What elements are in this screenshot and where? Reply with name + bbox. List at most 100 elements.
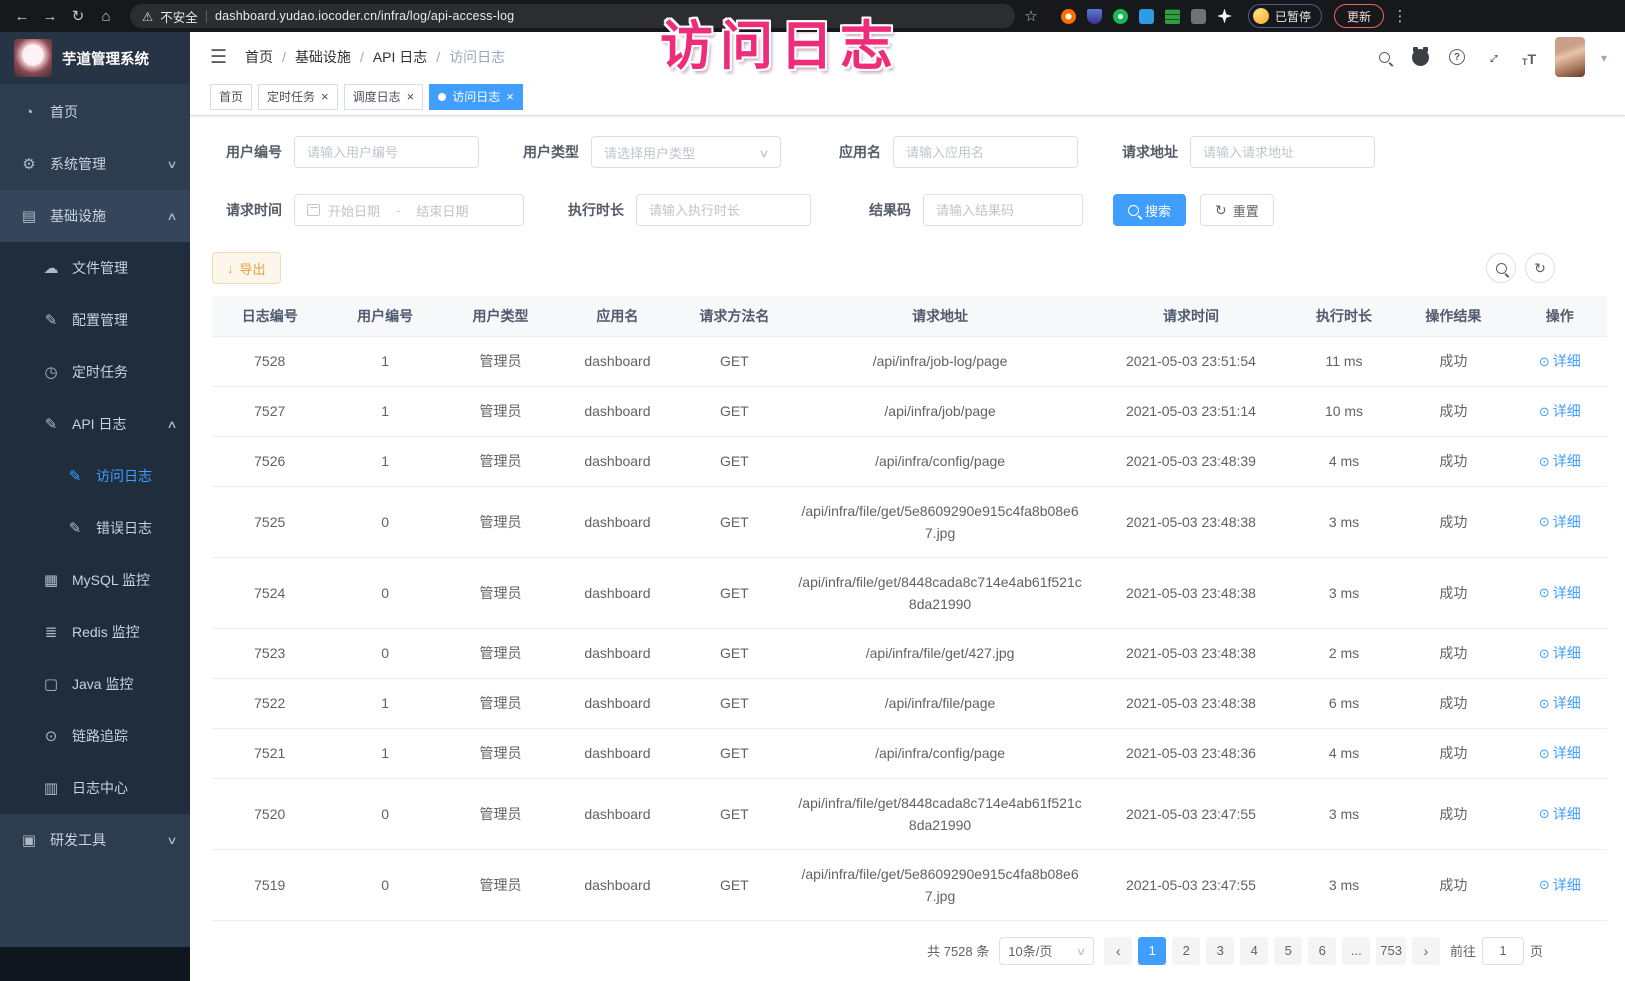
sidebar-item-tracer[interactable]: ⊙链路追踪 [0,710,190,762]
detail-link[interactable]: 详细 [1539,642,1581,665]
page-size-select[interactable]: 10条/页 [999,937,1094,965]
hamburger-icon[interactable] [210,46,227,69]
detail-link[interactable]: 详细 [1539,581,1581,604]
user-avatar[interactable] [1555,37,1585,77]
extension-icon[interactable] [1165,9,1180,24]
help-icon[interactable] [1447,47,1467,67]
browser-reload-button[interactable] [66,4,90,28]
sidebar-item-label: 系统管理 [50,154,156,174]
reset-button[interactable]: 重置 [1200,194,1274,226]
tab-访问日志[interactable]: 访问日志 [429,84,523,110]
search-button[interactable]: 搜索 [1113,194,1186,226]
extension-icon[interactable] [1087,9,1102,24]
logo-image [14,39,52,77]
sidebar-item-infra[interactable]: ▤基础设施∧ [0,190,190,242]
cell-app-name: dashboard [558,336,676,386]
field-label: 用户编号 [212,142,282,162]
result-code-input[interactable] [923,194,1083,226]
sidebar-item-error-log[interactable]: ✎错误日志 [0,502,190,554]
sidebar-item-system[interactable]: ⚙系统管理∨ [0,138,190,190]
address-bar[interactable]: 不安全 | dashboard.yudao.iocoder.cn/infra/l… [130,4,1015,28]
browser-back-button[interactable] [10,4,34,28]
sidebar-item-job[interactable]: ◷定时任务 [0,346,190,398]
app-logo[interactable]: 芋道管理系统 [0,32,190,84]
breadcrumb-item[interactable]: API 日志 [373,47,427,67]
cell-duration: 4 ms [1294,436,1394,486]
detail-link[interactable]: 详细 [1539,692,1581,715]
sidebar-item-redis[interactable]: ≣Redis 监控 [0,606,190,658]
cell-app-name: dashboard [558,386,676,436]
detail-link[interactable]: 详细 [1539,873,1581,896]
close-icon[interactable] [321,89,329,104]
request-url-input[interactable] [1190,136,1375,168]
sidebar-item-home[interactable]: ◔首页 [0,86,190,138]
app-name-input[interactable] [893,136,1078,168]
sidebar-item-access-log[interactable]: ✎访问日志 [0,450,190,502]
user-type-select[interactable]: 请选择用户类型 [591,136,781,168]
breadcrumb-item[interactable]: 基础设施 [295,47,351,67]
goto-page-input[interactable] [1482,937,1524,965]
sidebar-item-log-center[interactable]: ▥日志中心 [0,762,190,814]
extension-icon[interactable] [1113,9,1128,24]
user-id-input[interactable] [294,136,479,168]
sidebar-item-api-log[interactable]: ✎API 日志∧ [0,398,190,450]
cell-log-id: 7526 [212,436,327,486]
breadcrumb: 首页/基础设施/API 日志/访问日志 [245,47,505,67]
page-button[interactable]: 4 [1240,937,1268,965]
cell-request-url: /api/infra/file/get/5e8609290e915c4fa8b0… [792,486,1088,557]
duration-input[interactable] [636,194,811,226]
close-icon[interactable] [407,89,415,104]
browser-update-button[interactable]: 更新 [1334,4,1384,28]
detail-link[interactable]: 详细 [1539,400,1581,423]
detail-link[interactable]: 详细 [1539,802,1581,825]
extension-icon[interactable] [1139,9,1154,24]
page-button[interactable]: 6 [1308,937,1336,965]
next-page-button[interactable]: › [1412,937,1440,965]
close-icon[interactable] [506,89,514,104]
fullscreen-icon[interactable] [1483,47,1503,67]
detail-link[interactable]: 详细 [1539,742,1581,765]
chevron-down-icon[interactable] [1601,49,1607,65]
date-range-picker[interactable]: 开始日期 - 结束日期 [294,194,524,226]
filter-app-name: 应用名 [811,136,1078,168]
browser-menu-button[interactable] [1388,4,1412,28]
page-button[interactable]: 5 [1274,937,1302,965]
tab-label: 首页 [219,88,243,105]
detail-link[interactable]: 详细 [1539,350,1581,373]
export-button[interactable]: 导出 [212,252,281,284]
extension-icon[interactable] [1191,9,1206,24]
field-label: 请求地址 [1108,142,1178,162]
extension-icon[interactable] [1061,9,1076,24]
prev-page-button[interactable]: ‹ [1104,937,1132,965]
page-button[interactable]: 1 [1138,937,1166,965]
cell-request-url: /api/infra/config/page [792,728,1088,778]
page-button[interactable]: 3 [1206,937,1234,965]
refresh-table-button[interactable] [1525,253,1555,283]
toggle-search-button[interactable] [1486,253,1516,283]
search-icon[interactable] [1375,47,1395,67]
page-button[interactable]: 2 [1172,937,1200,965]
detail-link[interactable]: 详细 [1539,450,1581,473]
bookmark-star-icon[interactable] [1019,4,1043,28]
page-button[interactable]: 753 [1376,937,1406,965]
font-size-icon[interactable] [1519,47,1539,67]
tab-调度日志[interactable]: 调度日志 [344,84,424,110]
tab-首页[interactable]: 首页 [210,84,252,110]
tab-label: 调度日志 [353,88,401,105]
profile-paused-badge[interactable]: 已暂停 [1248,4,1322,28]
sidebar-item-dev-tools[interactable]: ▣研发工具∨ [0,814,190,866]
sidebar-item-file[interactable]: ☁文件管理 [0,242,190,294]
sidebar-item-java[interactable]: ▢Java 监控 [0,658,190,710]
tab-定时任务[interactable]: 定时任务 [258,84,338,110]
extension-icon[interactable] [1217,9,1232,24]
browser-home-button[interactable] [94,4,118,28]
sidebar-item-config[interactable]: ✎配置管理 [0,294,190,346]
chevron-down-icon [1077,943,1085,958]
column-header: 请求时间 [1088,296,1294,336]
detail-link[interactable]: 详细 [1539,510,1581,533]
browser-forward-button[interactable] [38,4,62,28]
breadcrumb-item[interactable]: 首页 [245,47,273,67]
sidebar-item-mysql[interactable]: ▦MySQL 监控 [0,554,190,606]
more-pages-button[interactable]: ... [1342,937,1370,965]
github-icon[interactable] [1411,47,1431,67]
